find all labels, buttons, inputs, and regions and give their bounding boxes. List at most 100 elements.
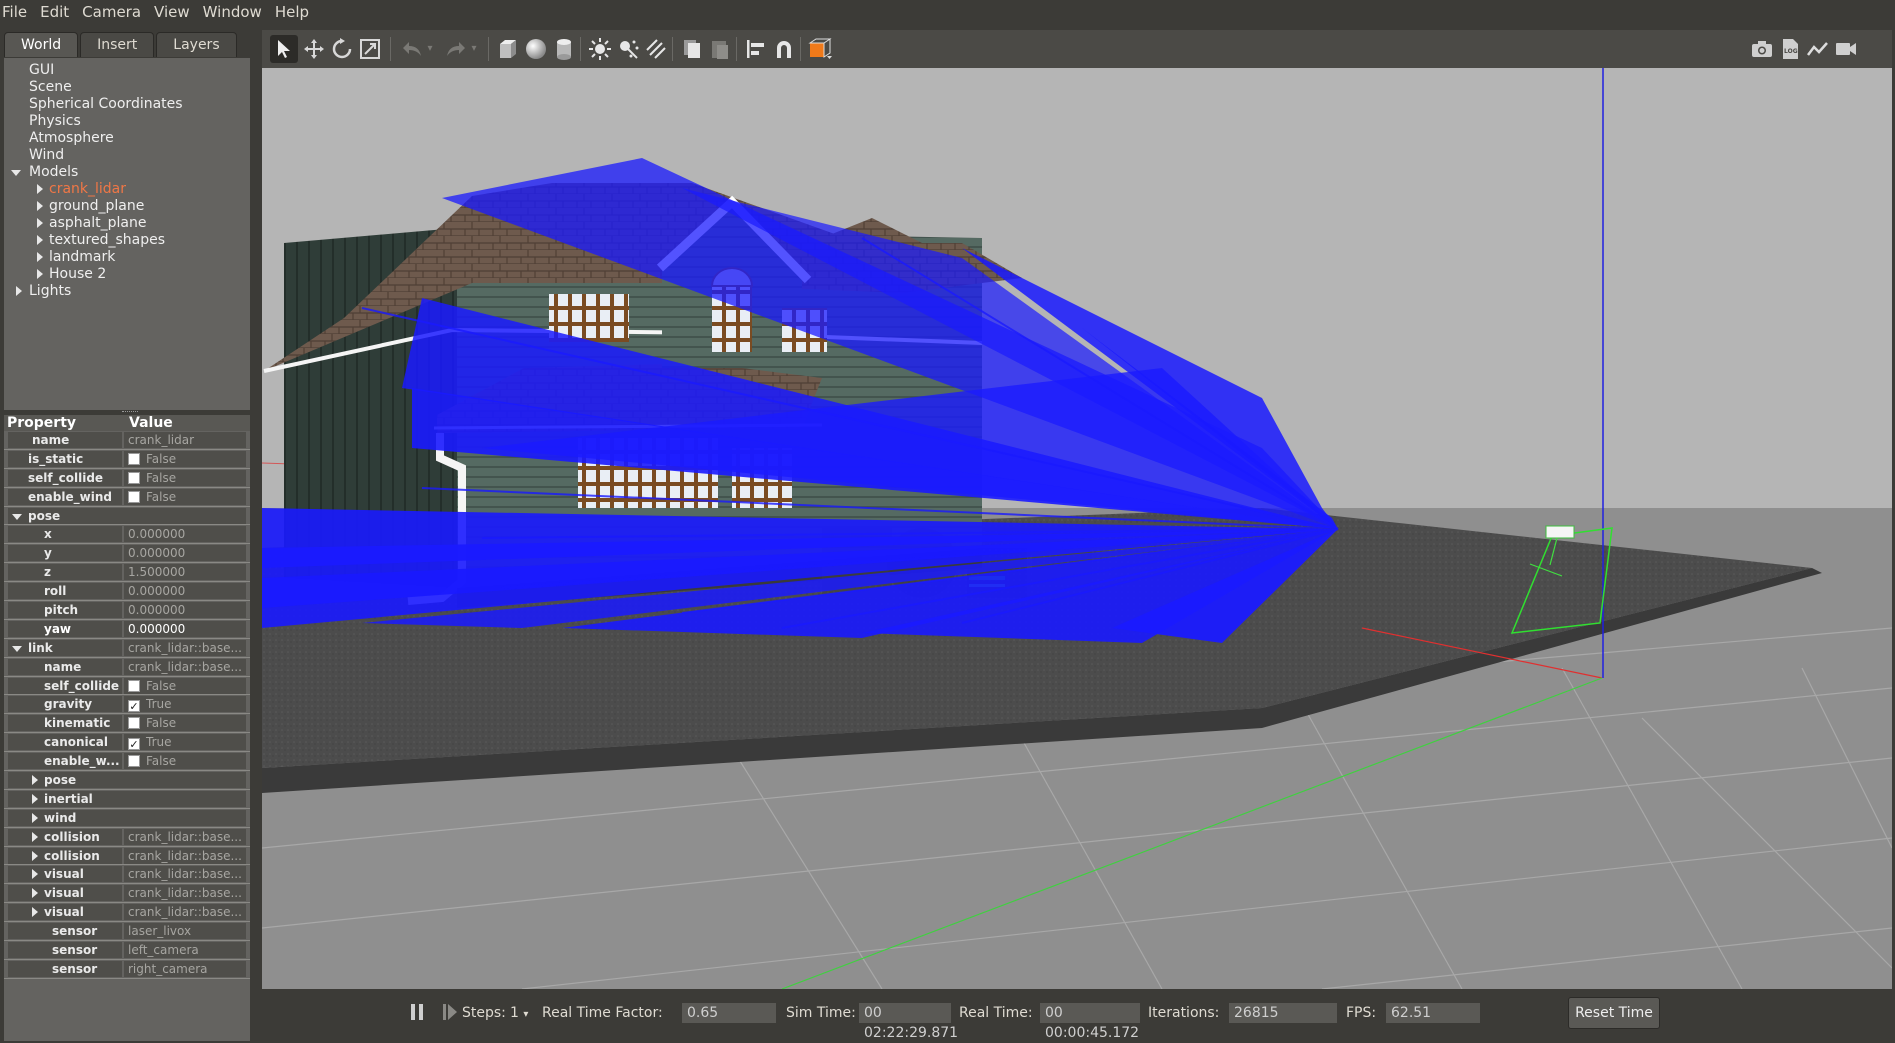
prop-row-link-name[interactable]: name crank_lidar::base... xyxy=(4,658,250,677)
checkbox-checked-icon[interactable]: ✓ xyxy=(128,700,140,713)
collapse-arrow-icon[interactable] xyxy=(12,513,22,520)
prop-row-sensor-3[interactable]: sensor right_camera xyxy=(4,960,250,979)
prop-row-roll[interactable]: roll 0.000000 xyxy=(4,582,250,602)
video-record-icon[interactable] xyxy=(1832,35,1860,63)
spot-light-icon[interactable] xyxy=(614,35,642,63)
expand-arrow-icon[interactable] xyxy=(37,201,43,211)
paste-icon[interactable] xyxy=(706,35,734,63)
prop-section-link-pose[interactable]: pose xyxy=(4,771,250,790)
menu-window[interactable]: Window xyxy=(201,3,273,21)
prop-row-gravity[interactable]: gravity ✓ True xyxy=(4,695,250,715)
prop-value[interactable]: 0.000000 xyxy=(124,545,246,562)
expand-arrow-icon[interactable] xyxy=(37,252,43,262)
log-recording-icon[interactable]: LOG xyxy=(1776,35,1804,63)
panel-splitter[interactable] xyxy=(4,410,250,414)
prop-row-enable-wind[interactable]: enable_wind False xyxy=(4,488,250,507)
expand-arrow-icon[interactable] xyxy=(32,775,38,786)
prop-section-wind[interactable]: wind xyxy=(4,809,250,828)
expand-arrow-icon[interactable] xyxy=(32,812,38,823)
prop-row-yaw[interactable]: yaw 0.000000 xyxy=(4,620,250,639)
prop-row-visual-1[interactable]: visual crank_lidar::base... xyxy=(4,865,250,885)
tree-item-model-ground-plane[interactable]: ground_plane xyxy=(4,198,250,215)
rotate-mode-icon[interactable] xyxy=(328,35,356,63)
prop-section-link[interactable]: link crank_lidar::base... xyxy=(4,639,250,658)
expand-arrow-icon[interactable] xyxy=(32,869,38,880)
expand-arrow-icon[interactable] xyxy=(32,793,38,804)
steps-value-spinbox[interactable]: 1 ▾ xyxy=(510,1003,528,1025)
translate-mode-icon[interactable] xyxy=(300,35,328,63)
tree-item-wind[interactable]: Wind xyxy=(4,147,250,164)
menu-view[interactable]: View xyxy=(152,3,201,21)
prop-value[interactable]: 0.000000 xyxy=(124,526,246,543)
expand-arrow-icon[interactable] xyxy=(37,235,43,245)
view-angle-cube-icon[interactable] xyxy=(806,35,834,63)
tab-layers[interactable]: Layers xyxy=(156,32,237,57)
prop-value[interactable]: 0.000000 xyxy=(124,583,246,600)
prop-row-visual-3[interactable]: visual crank_lidar::base... xyxy=(4,903,250,923)
expand-arrow-icon[interactable] xyxy=(37,218,43,228)
prop-row-pitch[interactable]: pitch 0.000000 xyxy=(4,601,250,620)
tree-item-physics[interactable]: Physics xyxy=(4,113,250,130)
expand-arrow-icon[interactable] xyxy=(37,269,43,279)
tab-world[interactable]: World xyxy=(4,32,79,57)
box-shape-icon[interactable] xyxy=(494,35,522,63)
prop-row-enable-wind-link[interactable]: enable_w... False xyxy=(4,752,250,772)
tab-insert[interactable]: Insert xyxy=(80,32,155,57)
prop-row-is-static[interactable]: is_static False xyxy=(4,450,250,469)
tree-item-gui[interactable]: GUI xyxy=(4,62,250,79)
step-button[interactable] xyxy=(442,1003,458,1027)
expand-arrow-icon[interactable] xyxy=(32,907,38,918)
expand-arrow-icon[interactable] xyxy=(32,888,38,899)
redo-history-dropdown-icon[interactable]: ▾ xyxy=(466,35,482,63)
checkbox-unchecked-icon[interactable] xyxy=(128,755,140,768)
prop-row-x[interactable]: x 0.000000 xyxy=(4,525,250,545)
tree-item-model-asphalt-plane[interactable]: asphalt_plane xyxy=(4,215,250,232)
menu-help[interactable]: Help xyxy=(273,3,320,21)
prop-row-canonical[interactable]: canonical ✓ True xyxy=(4,733,250,753)
prop-row-kinematic[interactable]: kinematic False xyxy=(4,714,250,734)
menu-edit[interactable]: Edit xyxy=(38,3,80,21)
align-icon[interactable] xyxy=(742,35,770,63)
expand-arrow-icon[interactable] xyxy=(37,184,43,194)
snap-magnet-icon[interactable] xyxy=(770,35,798,63)
tree-item-model-landmark[interactable]: landmark xyxy=(4,249,250,266)
prop-row-z[interactable]: z 1.500000 xyxy=(4,563,250,583)
collapse-arrow-icon[interactable] xyxy=(12,645,22,652)
checkbox-unchecked-icon[interactable] xyxy=(128,471,140,484)
menu-file[interactable]: File xyxy=(0,3,38,21)
undo-history-dropdown-icon[interactable]: ▾ xyxy=(422,35,438,63)
select-mode-arrow-icon[interactable] xyxy=(270,35,298,63)
3d-viewport[interactable] xyxy=(262,68,1892,989)
expand-arrow-icon[interactable] xyxy=(11,170,21,176)
prop-section-pose[interactable]: pose xyxy=(4,507,250,526)
prop-row-sensor-1[interactable]: sensor laser_livox xyxy=(4,922,250,942)
tree-item-lights[interactable]: Lights xyxy=(4,283,250,300)
tree-item-model-house-2[interactable]: House 2 xyxy=(4,266,250,283)
screenshot-camera-icon[interactable] xyxy=(1748,35,1776,63)
expand-arrow-icon[interactable] xyxy=(32,850,38,861)
plot-icon[interactable] xyxy=(1804,35,1832,63)
cylinder-shape-icon[interactable] xyxy=(550,35,578,63)
prop-section-inertial[interactable]: inertial xyxy=(4,790,250,809)
prop-row-link-self-collide[interactable]: self_collide False xyxy=(4,677,250,696)
prop-value[interactable]: 1.500000 xyxy=(124,564,246,581)
prop-value[interactable]: 0.000000 xyxy=(124,620,246,637)
copy-icon[interactable] xyxy=(678,35,706,63)
checkbox-checked-icon[interactable]: ✓ xyxy=(128,738,140,751)
tree-item-spherical-coordinates[interactable]: Spherical Coordinates xyxy=(4,96,250,113)
tree-item-model-crank-lidar[interactable]: crank_lidar xyxy=(4,181,250,198)
tree-item-model-textured-shapes[interactable]: textured_shapes xyxy=(4,232,250,249)
tree-item-atmosphere[interactable]: Atmosphere xyxy=(4,130,250,147)
menu-camera[interactable]: Camera xyxy=(80,3,152,21)
prop-row-sensor-2[interactable]: sensor left_camera xyxy=(4,941,250,960)
expand-arrow-icon[interactable] xyxy=(32,831,38,842)
directional-light-icon[interactable] xyxy=(642,35,670,63)
prop-value[interactable]: 0.000000 xyxy=(124,602,246,619)
checkbox-unchecked-icon[interactable] xyxy=(128,490,140,503)
checkbox-unchecked-icon[interactable] xyxy=(128,679,140,692)
tree-item-scene[interactable]: Scene xyxy=(4,79,250,96)
prop-row-y[interactable]: y 0.000000 xyxy=(4,544,250,564)
prop-row-name[interactable]: name crank_lidar xyxy=(4,431,250,450)
reset-time-button[interactable]: Reset Time xyxy=(1568,997,1660,1029)
sphere-shape-icon[interactable] xyxy=(522,35,550,63)
